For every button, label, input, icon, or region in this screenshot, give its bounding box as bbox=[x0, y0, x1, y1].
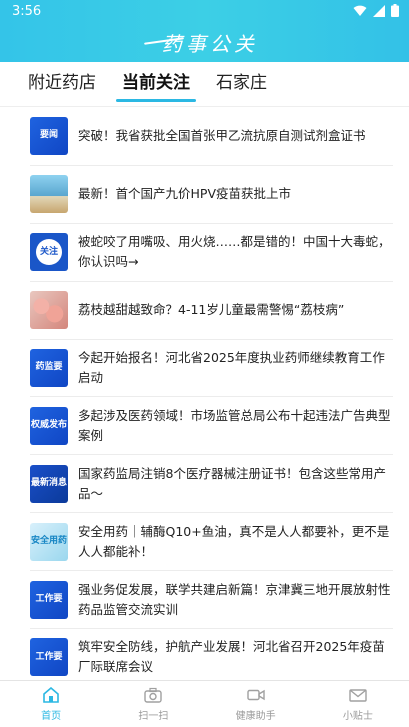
news-title: 突破！我省获批全国首张甲乙流抗原自测试剂盒证书 bbox=[78, 128, 366, 144]
nav-health-assistant[interactable]: 健康助手 bbox=[216, 687, 296, 722]
category-tabs: 附近药店 当前关注 石家庄 bbox=[0, 62, 409, 107]
news-title: 今起开始报名！河北省2025年度执业药师继续教育工作启动 bbox=[78, 350, 385, 385]
status-icons bbox=[353, 4, 399, 17]
news-thumbnail: 安全用药 bbox=[30, 522, 68, 561]
home-icon bbox=[43, 686, 59, 703]
news-title: 被蛇咬了用嘴吸、用火烧……都是错的！中国十大毒蛇，你认识吗→ bbox=[78, 234, 391, 270]
news-title: 多起涉及医药领域！市场监管总局公布十起违法广告典型案例 bbox=[78, 407, 391, 443]
thumbnail-badge: 关注 bbox=[36, 239, 62, 266]
news-thumbnail: 药监要 bbox=[30, 349, 68, 387]
wifi-icon bbox=[353, 5, 367, 17]
news-item[interactable]: 工作要 筑牢安全防线，护航产业发展！河北省召开2025年疫苗厂际联席会议 bbox=[30, 629, 393, 680]
news-thumbnail: 要闻 bbox=[30, 117, 68, 156]
mail-icon bbox=[349, 688, 367, 702]
news-title: 安全用药｜辅酶Q10+鱼油，真不是人人都要补，更不是人人都能补！ bbox=[78, 523, 390, 559]
news-item[interactable]: 荔枝越甜越致命？4-11岁儿童最需警惕“荔枝病” bbox=[30, 282, 393, 340]
bottom-nav: 首页 扫一扫 健康助手 小贴士 bbox=[0, 680, 409, 727]
news-title: 强业务促发展，联学共建启新篇！京津冀三地开展放射性药品监管交流实训 bbox=[78, 581, 391, 617]
news-item[interactable]: 药监要 今起开始报名！河北省2025年度执业药师继续教育工作启动 bbox=[30, 340, 393, 398]
news-list: 要闻 突破！我省获批全国首张甲乙流抗原自测试剂盒证书 最新！首个国产九价HPV疫… bbox=[0, 108, 409, 680]
nav-home[interactable]: 首页 bbox=[11, 686, 91, 722]
app-header: 3:56 药事公关 bbox=[0, 0, 409, 62]
news-thumbnail: 关注 bbox=[30, 233, 68, 272]
nav-label: 小贴士 bbox=[342, 710, 373, 722]
news-thumbnail: 权威发布 bbox=[30, 406, 68, 445]
news-thumbnail: 工作要 bbox=[30, 638, 68, 677]
camera-icon bbox=[144, 687, 163, 703]
news-item[interactable]: 最新消息 国家药监局注销8个医疗器械注册证书！包含这些常用产品～ bbox=[30, 455, 393, 514]
news-thumbnail: 工作要 bbox=[30, 580, 68, 619]
tab-nearby-pharmacy[interactable]: 附近药店 bbox=[28, 62, 96, 107]
news-item[interactable]: 关注 被蛇咬了用嘴吸、用火烧……都是错的！中国十大毒蛇，你认识吗→ bbox=[30, 224, 393, 282]
battery-icon bbox=[391, 4, 399, 17]
news-thumbnail bbox=[30, 291, 68, 330]
news-item[interactable]: 要闻 突破！我省获批全国首张甲乙流抗原自测试剂盒证书 bbox=[30, 108, 393, 166]
news-item[interactable]: 最新！首个国产九价HPV疫苗获批上市 bbox=[30, 166, 393, 224]
status-time: 3:56 bbox=[12, 4, 42, 19]
news-item[interactable]: 安全用药 安全用药｜辅酶Q10+鱼油，真不是人人都要补，更不是人人都能补！ bbox=[30, 513, 393, 572]
nav-tips[interactable]: 小贴士 bbox=[318, 687, 398, 722]
app-logo: 药事公关 bbox=[144, 26, 270, 58]
signal-icon bbox=[373, 4, 385, 17]
tab-shijiazhuang[interactable]: 石家庄 bbox=[216, 62, 267, 107]
logo-text: 药事公关 bbox=[162, 31, 258, 56]
video-icon bbox=[246, 689, 265, 700]
nav-scan[interactable]: 扫一扫 bbox=[113, 687, 193, 722]
nav-label: 首页 bbox=[41, 710, 62, 722]
nav-label: 扫一扫 bbox=[138, 710, 169, 722]
news-title: 国家药监局注销8个医疗器械注册证书！包含这些常用产品～ bbox=[78, 465, 386, 501]
news-thumbnail bbox=[30, 175, 68, 214]
news-item[interactable]: 工作要 强业务促发展，联学共建启新篇！京津冀三地开展放射性药品监管交流实训 bbox=[30, 571, 393, 630]
nav-label: 健康助手 bbox=[235, 710, 276, 722]
news-item[interactable]: 权威发布 多起涉及医药领域！市场监管总局公布十起违法广告典型案例 bbox=[30, 397, 393, 456]
news-title: 荔枝越甜越致命？4-11岁儿童最需警惕“荔枝病” bbox=[78, 302, 345, 318]
tab-current-focus[interactable]: 当前关注 bbox=[116, 62, 196, 107]
news-thumbnail: 最新消息 bbox=[30, 464, 68, 503]
news-title: 最新！首个国产九价HPV疫苗获批上市 bbox=[78, 186, 291, 202]
news-title: 筑牢安全防线，护航产业发展！河北省召开2025年疫苗厂际联席会议 bbox=[78, 639, 385, 675]
